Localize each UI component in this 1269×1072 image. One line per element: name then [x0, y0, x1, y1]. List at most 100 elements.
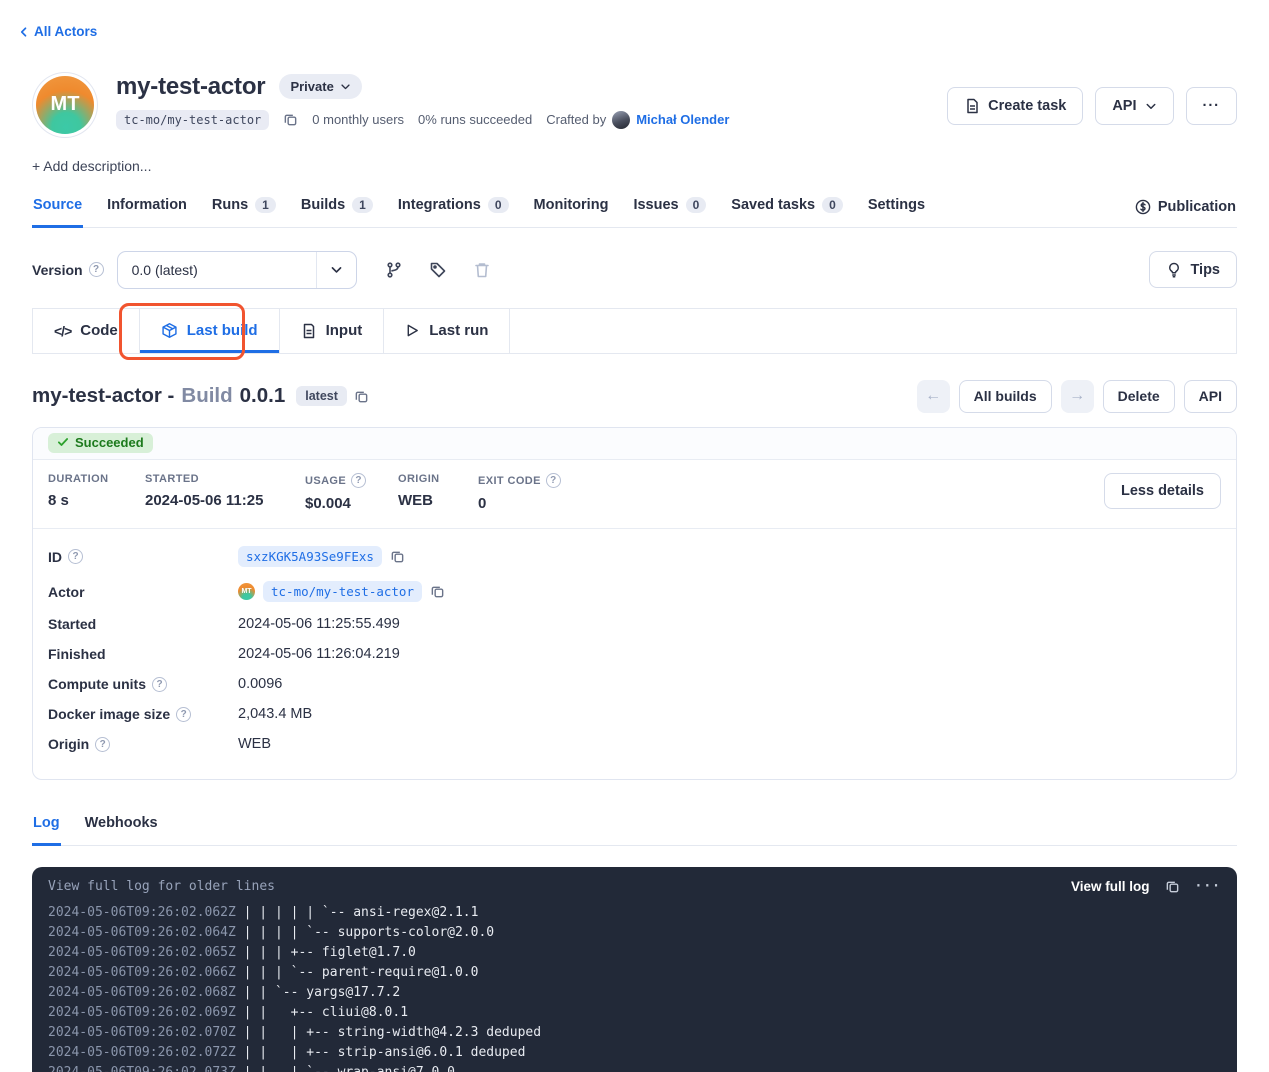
copy-icon: [1165, 879, 1180, 894]
delete-build-button[interactable]: Delete: [1103, 380, 1175, 413]
log-timestamp: 2024-05-06T09:26:02.068Z: [48, 983, 236, 1003]
log-timestamp: 2024-05-06T09:26:02.070Z: [48, 1023, 236, 1043]
subtab-input[interactable]: Input: [280, 309, 385, 353]
copy-log-button[interactable]: [1165, 879, 1180, 894]
origin-help-icon[interactable]: [95, 737, 110, 752]
detail-row-finished: Finished 2024-05-06 11:26:04.219: [48, 646, 1221, 662]
package-icon: [161, 322, 178, 339]
tips-button[interactable]: Tips: [1149, 251, 1237, 288]
copy-icon: [390, 549, 405, 564]
view-older-lines-link[interactable]: View full log for older lines: [48, 879, 275, 894]
next-build-button[interactable]: [1061, 380, 1094, 413]
tab-webhooks[interactable]: Webhooks: [84, 806, 159, 846]
build-id-pill[interactable]: sxzKGK5A93Se9FExs: [238, 546, 382, 567]
log-text: | | | `-- wrap-ansi@7.0.0: [236, 1063, 455, 1072]
actor-title: my-test-actor: [116, 73, 265, 101]
stat-origin: ORIGIN WEB: [398, 473, 478, 512]
compute-units-help-icon[interactable]: [152, 677, 167, 692]
subtab-last-run[interactable]: Last run: [384, 309, 510, 353]
tab-integrations[interactable]: Integrations0: [397, 188, 510, 228]
view-full-log-button[interactable]: View full log: [1071, 879, 1150, 894]
actor-handle[interactable]: tc-mo/my-test-actor: [116, 110, 269, 130]
delete-version-trash-icon[interactable]: [473, 261, 491, 279]
tab-runs[interactable]: Runs1: [211, 188, 277, 228]
git-branch-icon[interactable]: [385, 261, 403, 279]
chevron-left-icon: [18, 26, 30, 38]
subtab-code-label: Code: [80, 322, 118, 339]
docker-size-help-icon[interactable]: [176, 707, 191, 722]
stat-label: EXIT CODE: [478, 475, 541, 487]
tab-builds[interactable]: Builds1: [300, 188, 374, 228]
detail-value: 2024-05-06 11:26:04.219: [238, 646, 400, 662]
tab-settings[interactable]: Settings: [867, 188, 926, 228]
check-icon: [57, 436, 69, 448]
tab-label: Runs: [212, 197, 248, 213]
copy-actor-button[interactable]: [430, 584, 445, 599]
all-builds-button[interactable]: All builds: [959, 380, 1052, 413]
log-timestamp: 2024-05-06T09:26:02.066Z: [48, 963, 236, 983]
version-bar: Version 0.0 (latest) Tips: [32, 251, 1237, 289]
tab-label: Monitoring: [534, 197, 609, 213]
copy-handle-button[interactable]: [283, 112, 298, 127]
exit-code-help-icon[interactable]: [546, 473, 561, 488]
actor-link-pill[interactable]: tc-mo/my-test-actor: [263, 581, 422, 602]
copy-build-button[interactable]: [354, 389, 369, 404]
tab-publication[interactable]: Publication: [1134, 190, 1237, 227]
tab-saved-tasks[interactable]: Saved tasks0: [730, 188, 844, 228]
log-line: 2024-05-06T09:26:02.069Z| | +-- cliui@8.…: [48, 1003, 1221, 1023]
build-stats-row: DURATION 8 s STARTED 2024-05-06 11:25 US…: [33, 460, 1236, 528]
tab-issues[interactable]: Issues0: [632, 188, 707, 228]
tab-label: Saved tasks: [731, 197, 815, 213]
subtab-last-build[interactable]: Last build: [140, 309, 280, 353]
stat-started: STARTED 2024-05-06 11:25: [145, 473, 305, 512]
less-details-button[interactable]: Less details: [1104, 473, 1221, 509]
create-task-button[interactable]: Create task: [947, 87, 1083, 125]
tab-log[interactable]: Log: [32, 806, 61, 846]
main-tabs-bar: SourceInformationRuns1Builds1Integration…: [32, 188, 1237, 228]
publication-label: Publication: [1158, 199, 1236, 215]
visibility-badge[interactable]: Private: [279, 74, 361, 99]
author-link[interactable]: Michał Olender: [636, 112, 729, 127]
detail-label: ID: [48, 549, 62, 565]
tab-count-badge: 1: [352, 197, 373, 213]
more-actions-button[interactable]: [1186, 87, 1238, 125]
subtab-code[interactable]: Code: [33, 309, 140, 353]
previous-build-button[interactable]: [917, 380, 950, 413]
tab-count-badge: 0: [488, 197, 509, 213]
add-description-button[interactable]: + Add description...: [32, 158, 1237, 174]
status-badge: Succeeded: [48, 433, 153, 453]
tab-count-badge: 0: [686, 197, 707, 213]
build-api-button[interactable]: API: [1184, 380, 1237, 413]
detail-value: 2,043.4 MB: [238, 706, 312, 722]
log-timestamp: 2024-05-06T09:26:02.069Z: [48, 1003, 236, 1023]
create-task-label: Create task: [988, 98, 1066, 114]
tab-information[interactable]: Information: [106, 188, 188, 228]
detail-row-docker-image-size: Docker image size 2,043.4 MB: [48, 706, 1221, 722]
log-more-actions-button[interactable]: [1195, 879, 1221, 894]
crafted-by-label: Crafted by: [546, 112, 606, 127]
log-line: 2024-05-06T09:26:02.068Z| | `-- yargs@17…: [48, 983, 1221, 1003]
back-to-all-actors-link[interactable]: All Actors: [18, 24, 97, 39]
copy-build-id-button[interactable]: [390, 549, 405, 564]
detail-row-actor: Actor MT tc-mo/my-test-actor: [48, 581, 1221, 602]
stat-value: $0.004: [305, 495, 398, 512]
header-actions: Create task API: [947, 87, 1237, 125]
tips-label: Tips: [1190, 262, 1220, 278]
id-help-icon[interactable]: [68, 549, 83, 564]
document-icon: [964, 98, 980, 114]
tab-source[interactable]: Source: [32, 188, 83, 228]
build-log-terminal: View full log for older lines View full …: [32, 867, 1237, 1072]
api-button[interactable]: API: [1095, 87, 1173, 125]
version-help-icon[interactable]: [89, 262, 104, 277]
tab-monitoring[interactable]: Monitoring: [533, 188, 610, 228]
copy-icon: [283, 112, 298, 127]
usage-help-icon[interactable]: [351, 473, 366, 488]
detail-label: Docker image size: [48, 706, 170, 722]
stat-value: 0: [478, 495, 561, 512]
log-text: | | | | | `-- ansi-regex@2.1.1: [236, 903, 479, 923]
tag-icon[interactable]: [429, 261, 447, 279]
detail-row-compute-units: Compute units 0.0096: [48, 676, 1221, 692]
version-select[interactable]: 0.0 (latest): [117, 251, 357, 289]
log-lines: 2024-05-06T09:26:02.062Z| | | | | `-- an…: [48, 903, 1221, 1072]
subtab-last-run-label: Last run: [429, 322, 488, 339]
